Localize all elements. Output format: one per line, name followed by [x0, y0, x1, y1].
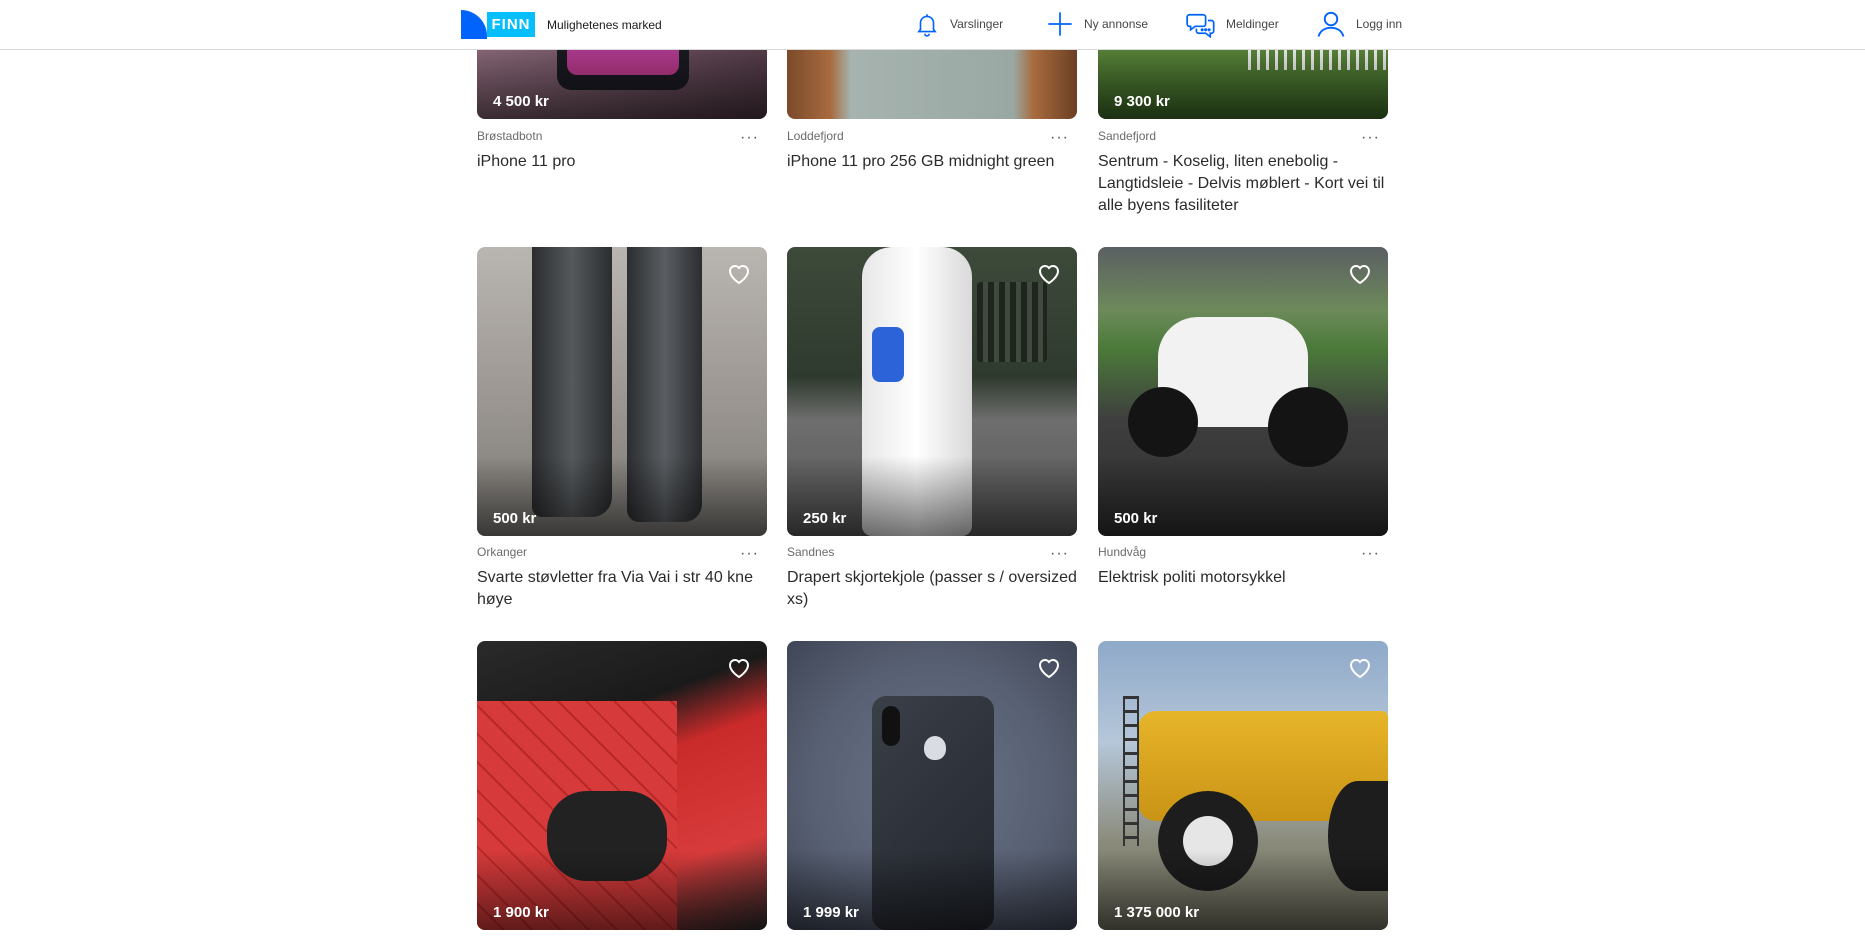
- listing-price: 4 500 kr: [493, 93, 549, 110]
- listing-price: 9 300 kr: [1114, 93, 1170, 110]
- logo-mark-icon: [461, 10, 487, 39]
- nav-messages-label: Meldinger: [1226, 17, 1279, 31]
- listing-location: Sandnes: [787, 545, 835, 559]
- listing-image[interactable]: 500 kr: [1098, 247, 1388, 536]
- listing-price: 500 kr: [1114, 510, 1158, 527]
- nav-login-button[interactable]: Logg inn: [1316, 8, 1402, 40]
- listing-image[interactable]: 250 kr: [787, 247, 1077, 536]
- heart-icon[interactable]: [1348, 657, 1372, 679]
- logo-wordmark: FINN: [485, 10, 537, 39]
- nav-alerts-label: Varslinger: [950, 17, 1004, 31]
- listing-title[interactable]: Sentrum - Koselig, liten enebolig - Lang…: [1098, 151, 1388, 217]
- listing-price: 1 900 kr: [493, 904, 549, 921]
- more-options-icon[interactable]: ···: [1361, 130, 1380, 146]
- listing-image[interactable]: 500 kr: [477, 247, 767, 536]
- listing-image[interactable]: 1 375 000 kr: [1098, 641, 1388, 930]
- nav-new-ad-label: Ny annonse: [1084, 17, 1149, 31]
- listing-title[interactable]: iPhone 11 pro 256 GB midnight green: [787, 151, 1077, 173]
- nav-new-ad-button[interactable]: Ny annonse: [1046, 8, 1148, 40]
- listing-location: Loddefjord: [787, 129, 844, 143]
- more-options-icon[interactable]: ···: [740, 546, 759, 562]
- listing-title[interactable]: Svarte støvletter fra Via Vai i str 40 k…: [477, 567, 767, 611]
- nav-alerts-button[interactable]: Varslinger: [914, 8, 1003, 40]
- more-options-icon[interactable]: ···: [1050, 130, 1069, 146]
- listing-image[interactable]: 1 999 kr: [787, 641, 1077, 930]
- heart-icon[interactable]: [1037, 657, 1061, 679]
- user-icon: [1317, 11, 1345, 37]
- listing-price: 250 kr: [803, 510, 847, 527]
- logo-tagline: Mulighetenes marked: [547, 17, 662, 32]
- listing-title[interactable]: Drapert skjortekjole (passer s / oversiz…: [787, 567, 1077, 611]
- top-header: FINN Mulighetenes marked Varslinger Ny a…: [0, 0, 1865, 50]
- nav-login-label: Logg inn: [1356, 17, 1403, 31]
- more-options-icon[interactable]: ···: [740, 130, 759, 146]
- heart-icon[interactable]: [727, 657, 751, 679]
- listing-price: 500 kr: [493, 510, 537, 527]
- listing-location: Orkanger: [477, 545, 528, 559]
- listing-price: 1 375 000 kr: [1114, 904, 1200, 921]
- heart-icon[interactable]: [1348, 263, 1372, 285]
- plus-icon: [1048, 12, 1072, 36]
- finn-logo[interactable]: FINN Mulighetenes marked: [461, 10, 662, 39]
- listing-price: 1 999 kr: [803, 904, 859, 921]
- heart-icon[interactable]: [1037, 263, 1061, 285]
- more-options-icon[interactable]: ···: [1361, 546, 1380, 562]
- listing-location: Brøstadbotn: [477, 129, 543, 143]
- heart-icon[interactable]: [727, 263, 751, 285]
- nav-messages-button[interactable]: Meldinger: [1186, 8, 1279, 40]
- listing-title[interactable]: Elektrisk politi motorsykkel: [1098, 567, 1388, 589]
- listing-location: Hundvåg: [1098, 545, 1147, 559]
- listing-image[interactable]: 1 900 kr: [477, 641, 767, 930]
- bell-icon: [917, 14, 937, 37]
- chat-bubbles-icon: [1186, 13, 1215, 38]
- more-options-icon[interactable]: ···: [1050, 546, 1069, 562]
- listing-location: Sandefjord: [1098, 129, 1157, 143]
- listing-title[interactable]: iPhone 11 pro: [477, 151, 767, 173]
